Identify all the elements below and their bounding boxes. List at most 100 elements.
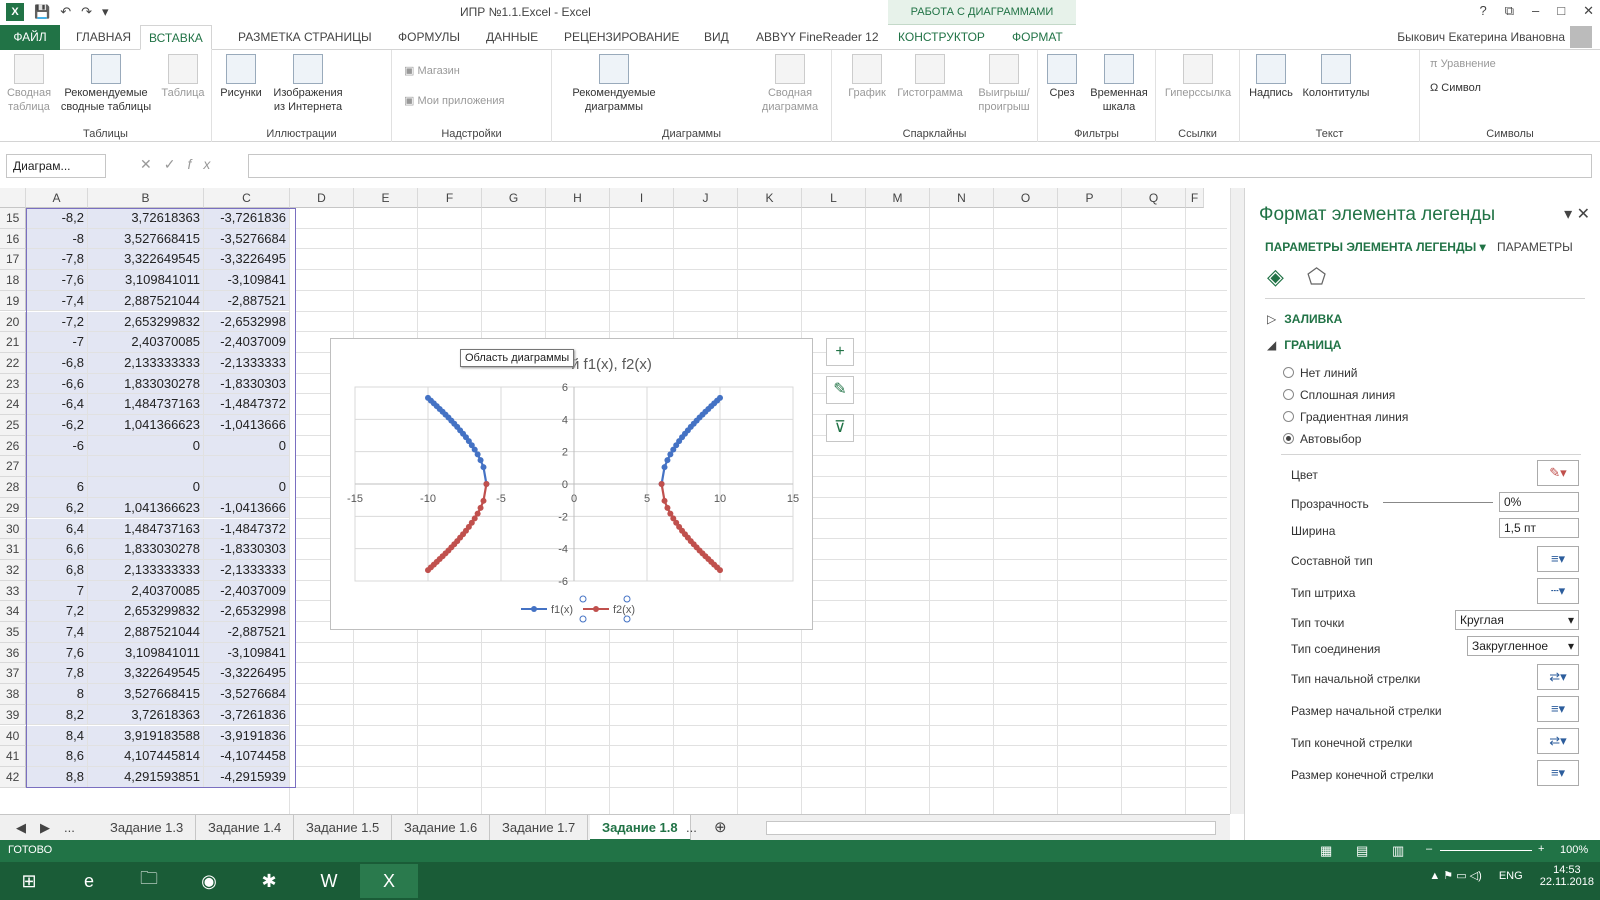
column-header[interactable]: M <box>866 188 930 208</box>
cell[interactable]: -2,4037009 <box>204 332 290 353</box>
cell[interactable]: -1,8330303 <box>204 373 290 395</box>
cell[interactable]: 1,041366623 <box>88 497 204 519</box>
cell[interactable]: -3,109841 <box>204 642 290 664</box>
winloss-sparkline-button[interactable]: Выигрыш/ проигрыш <box>972 54 1036 114</box>
cell[interactable]: 2,133333333 <box>88 559 204 581</box>
pivot-chart-button[interactable]: Сводная диаграмма <box>752 54 828 114</box>
cell[interactable]: 6,8 <box>26 559 88 581</box>
cell[interactable]: 0 <box>204 435 290 457</box>
sheet-tab[interactable]: Задание 1.5 <box>294 815 393 841</box>
radio-solid-line[interactable]: Сплошная линия <box>1283 388 1395 402</box>
cell[interactable]: 6,4 <box>26 518 88 540</box>
word-icon[interactable]: W <box>300 864 358 898</box>
cell[interactable]: 3,109841011 <box>88 270 204 291</box>
cell[interactable]: -2,4037009 <box>204 580 290 602</box>
cell[interactable]: 8 <box>26 684 88 705</box>
slicer-button[interactable]: Срез <box>1042 54 1082 100</box>
row-header[interactable]: 34 <box>0 601 26 622</box>
cell[interactable]: -8 <box>26 228 88 250</box>
cell[interactable]: 4,107445814 <box>88 746 204 767</box>
cell[interactable]: -1,8330303 <box>204 539 290 560</box>
maximize-icon[interactable]: □ <box>1557 3 1565 19</box>
radio-gradient-line[interactable]: Градиентная линия <box>1283 410 1408 424</box>
cancel-icon[interactable]: ✕ <box>140 156 164 172</box>
tab-home[interactable]: ГЛАВНАЯ <box>68 25 139 50</box>
cell[interactable]: 3,72618363 <box>88 208 204 229</box>
cap-type-select[interactable]: Круглая ▾ <box>1455 610 1579 630</box>
zoom-level[interactable]: 100% <box>1560 844 1588 856</box>
cell[interactable]: -2,6532998 <box>204 311 290 333</box>
row-header[interactable]: 25 <box>0 415 26 436</box>
chart-elements-button[interactable]: + <box>826 338 854 366</box>
formula-input[interactable] <box>248 154 1592 178</box>
horizontal-scrollbar[interactable] <box>766 821 1216 835</box>
cell[interactable]: -1,4847372 <box>204 518 290 540</box>
cell[interactable]: -8,2 <box>26 208 88 229</box>
chart-area[interactable]: й f1(x), f2(x) -15 -10 -5 0 5 10 15 -6 -4 -2 0 2 4 6 f1… <box>330 338 813 630</box>
cell[interactable]: -2,1333333 <box>204 352 290 374</box>
cell[interactable]: 7,8 <box>26 663 88 685</box>
column-header[interactable]: O <box>994 188 1058 208</box>
row-header[interactable]: 27 <box>0 456 26 478</box>
cell[interactable]: -3,7261836 <box>204 704 290 726</box>
textbox-button[interactable]: Надпись <box>1246 54 1296 100</box>
dash-type-button[interactable]: ┄▾ <box>1537 578 1579 604</box>
row-header[interactable]: 16 <box>0 228 26 250</box>
cell[interactable]: -3,9191836 <box>204 725 290 747</box>
row-header[interactable]: 23 <box>0 373 26 395</box>
row-header[interactable]: 18 <box>0 270 26 291</box>
store-button[interactable]: ▣ Магазин <box>404 64 460 77</box>
begin-arrow-type-button[interactable]: ⇄▾ <box>1537 664 1579 690</box>
tab-abbyy[interactable]: ABBYY FineReader 12 <box>748 25 887 50</box>
sheet-tab-active[interactable]: Задание 1.8 <box>590 815 691 841</box>
normal-view-icon[interactable]: ▦ <box>1320 843 1332 859</box>
zoom-in-icon[interactable]: + <box>1538 843 1544 855</box>
ribbon-display-icon[interactable]: ⧉ <box>1505 3 1514 19</box>
cell[interactable]: -6,2 <box>26 415 88 436</box>
cell[interactable]: 6,2 <box>26 497 88 519</box>
cell[interactable]: -7,2 <box>26 311 88 333</box>
pictures-button[interactable]: Рисунки <box>216 54 266 100</box>
user-name[interactable]: Быкович Екатерина Ивановна <box>1397 30 1565 44</box>
cell[interactable]: 7,2 <box>26 601 88 622</box>
radio-automatic[interactable]: Автовыбор <box>1283 432 1361 446</box>
tab-page-layout[interactable]: РАЗМЕТКА СТРАНИЦЫ <box>230 25 380 50</box>
tab-legend-entry-options[interactable]: ПАРАМЕТРЫ ЭЛЕМЕНТА ЛЕГЕНДЫ ▾ <box>1265 240 1486 254</box>
row-header[interactable]: 30 <box>0 518 26 540</box>
cell[interactable]: 0 <box>88 435 204 457</box>
chart-filter-button[interactable]: ⊽ <box>826 414 854 442</box>
page-break-view-icon[interactable]: ▥ <box>1392 843 1404 859</box>
save-icon[interactable]: 💾 <box>34 4 50 20</box>
sheet-tab[interactable]: Задание 1.4 <box>196 815 295 841</box>
cell[interactable]: 2,887521044 <box>88 290 204 312</box>
online-pictures-button[interactable]: Изображения из Интернета <box>268 54 348 114</box>
hyperlink-button[interactable]: Гиперссылка <box>1158 54 1238 100</box>
effects-icon[interactable]: ⬠ <box>1307 264 1326 290</box>
clock[interactable]: 14:53 22.11.2018 <box>1540 864 1594 888</box>
column-header[interactable]: J <box>674 188 738 208</box>
row-header[interactable]: 26 <box>0 435 26 457</box>
minimize-icon[interactable]: – <box>1532 3 1539 19</box>
file-explorer-icon[interactable]: 🗀 <box>120 864 178 898</box>
cell[interactable]: 2,40370085 <box>88 332 204 353</box>
tab-nav-next[interactable]: ▶ <box>34 815 56 841</box>
cell[interactable]: -3,5276684 <box>204 228 290 250</box>
column-header[interactable]: G <box>482 188 546 208</box>
cell[interactable]: 0 <box>88 477 204 498</box>
cell[interactable]: 1,833030278 <box>88 373 204 395</box>
tab-nav-more[interactable]: ... <box>58 815 81 841</box>
section-border[interactable]: ◢ ГРАНИЦА <box>1267 338 1341 352</box>
row-header[interactable]: 31 <box>0 539 26 560</box>
column-header[interactable]: P <box>1058 188 1122 208</box>
cell[interactable]: -3,3226495 <box>204 249 290 271</box>
compound-type-button[interactable]: ≡▾ <box>1537 546 1579 572</box>
header-footer-button[interactable]: Колонтитулы <box>1298 54 1374 100</box>
column-sparkline-button[interactable]: Гистограмма <box>892 54 968 100</box>
help-icon[interactable]: ? <box>1479 3 1486 19</box>
cell[interactable]: 6,6 <box>26 539 88 560</box>
table-button[interactable]: Таблица <box>158 54 208 100</box>
tab-view[interactable]: ВИД <box>696 25 737 50</box>
add-sheet-icon[interactable]: ⊕ <box>708 815 733 841</box>
cell[interactable]: -7,8 <box>26 249 88 271</box>
cell[interactable]: 2,133333333 <box>88 352 204 374</box>
